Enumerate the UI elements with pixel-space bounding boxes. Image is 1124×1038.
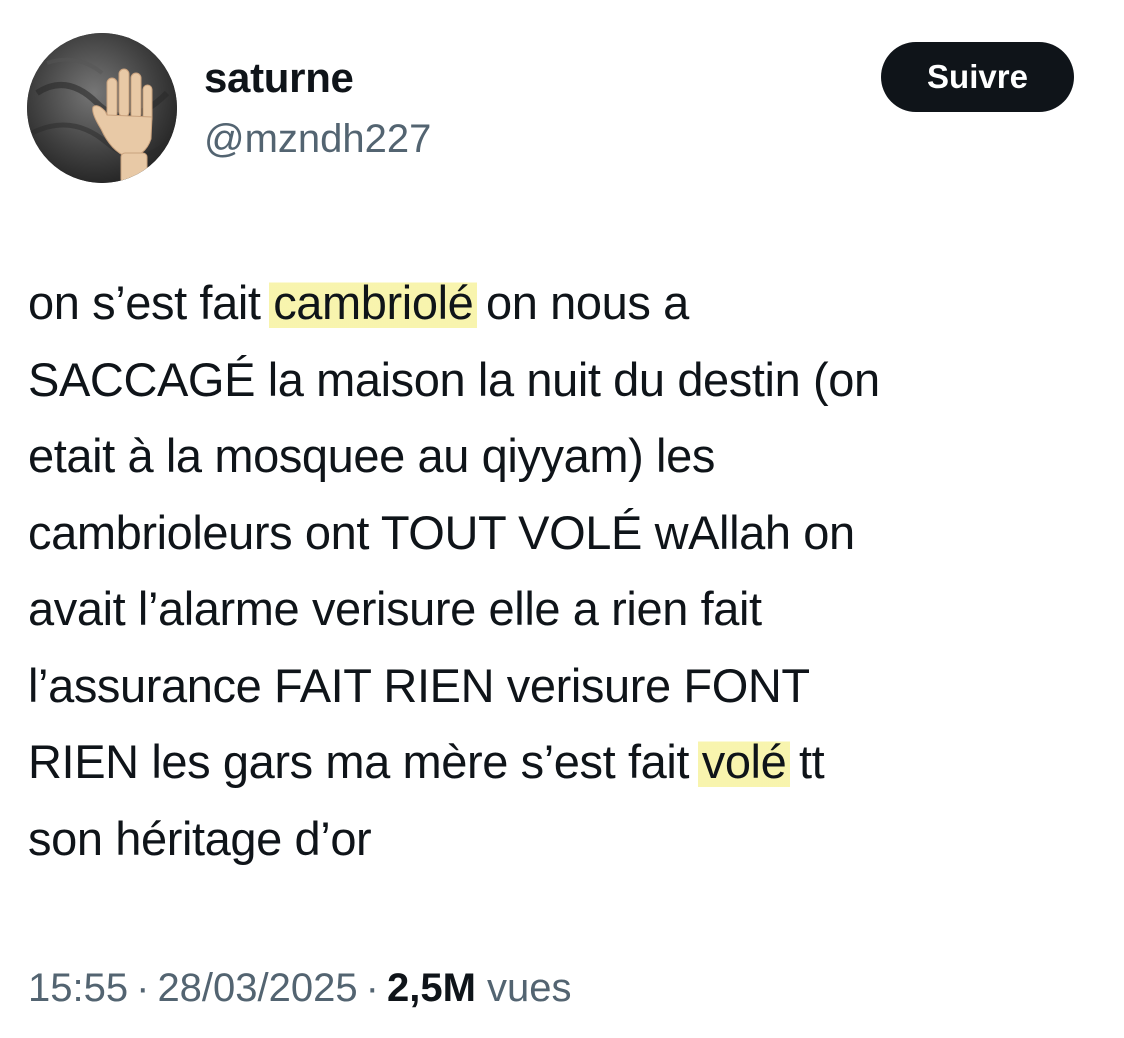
tweet-line: SACCAGÉ la maison la nuit du destin (on (28, 352, 880, 406)
tweet-text: on s’est fait cambriolé on nous a SACCAG… (28, 265, 1098, 877)
tweet-text-segment: on nous a (473, 276, 689, 329)
avatar[interactable] (27, 33, 177, 183)
tweet-text-segment: on s’est fait (28, 276, 274, 329)
author-display-name[interactable]: saturne (204, 52, 354, 104)
tweet-line: etait à la mosquee au qiyyam) les (28, 429, 715, 482)
tweet-line: on s’est fait cambriolé on nous a (28, 265, 1098, 342)
views-count[interactable]: 2,5M (387, 966, 476, 1010)
tweet-line: son héritage d’or (28, 811, 372, 865)
tweet-text-segment: RIEN les gars ma mère s’est fait (28, 735, 702, 788)
tweet-time[interactable]: 15:55 (28, 966, 128, 1010)
meta-separator: · (136, 966, 150, 1010)
raised-hand-avatar-icon (27, 33, 177, 183)
highlighted-word: cambriolé (269, 276, 478, 329)
author-handle[interactable]: @mzndh227 (204, 114, 431, 164)
tweet-meta: 15:55 · 28/03/2025 · 2,5M vues (28, 962, 572, 1014)
meta-separator: · (365, 966, 379, 1010)
follow-button[interactable]: Suivre (881, 42, 1074, 112)
views-label: vues (487, 966, 572, 1010)
tweet-date[interactable]: 28/03/2025 (157, 966, 357, 1010)
tweet-line: cambrioleurs ont TOUT VOLÉ wAllah on (28, 505, 855, 559)
highlighted-word: volé (697, 735, 791, 788)
tweet-line: avait l’alarme verisure elle a rien fait (28, 582, 762, 635)
tweet-line: l’assurance FAIT RIEN verisure FONT (28, 658, 810, 712)
tweet-text-segment: tt (786, 735, 825, 788)
tweet-line: RIEN les gars ma mère s’est fait volé tt (28, 724, 1098, 801)
